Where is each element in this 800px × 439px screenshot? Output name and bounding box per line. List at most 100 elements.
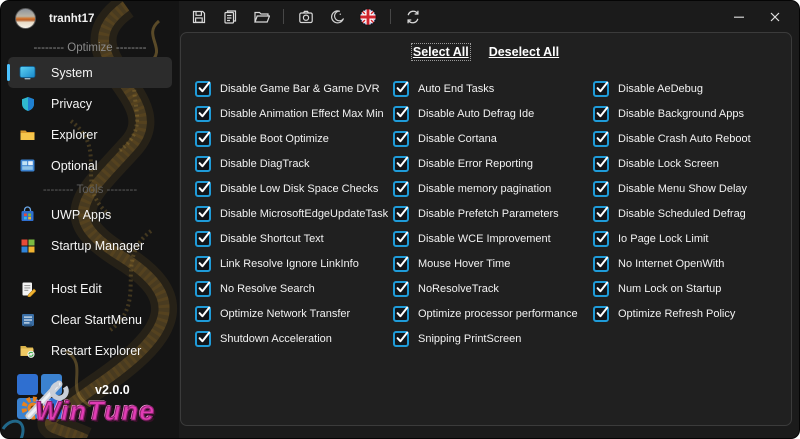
tweak-checkbox-item[interactable]: Link Resolve Ignore LinkInfo [195, 251, 393, 276]
sidebar-item-uwp-apps[interactable]: UWP Apps [8, 199, 172, 230]
checkbox-checked-icon[interactable] [393, 130, 409, 147]
checkbox-checked-icon[interactable] [593, 130, 609, 147]
checkbox-checked-icon[interactable] [195, 280, 211, 297]
checkbox-checked-icon[interactable] [195, 205, 211, 222]
select-all-link[interactable]: Select All [410, 43, 471, 61]
sidebar-item-system[interactable]: System [7, 57, 172, 88]
sidebar-item-label: System [51, 65, 93, 80]
checkbox-checked-icon[interactable] [393, 280, 409, 297]
deselect-all-link[interactable]: Deselect All [489, 45, 559, 59]
window-controls [721, 4, 793, 29]
tweak-checkbox-item[interactable]: Disable Scheduled Defrag [593, 201, 751, 226]
sidebar-item-host-edit[interactable]: Host Edit [8, 273, 172, 304]
tweak-checkbox-item[interactable]: Disable WCE Improvement [393, 226, 593, 251]
checkbox-checked-icon[interactable] [393, 80, 409, 97]
tweak-checkbox-item[interactable]: Disable Low Disk Space Checks [195, 176, 393, 201]
checkbox-checked-icon[interactable] [195, 305, 211, 322]
checkbox-checked-icon[interactable] [195, 255, 211, 272]
checkbox-checked-icon[interactable] [593, 80, 609, 97]
save-button[interactable] [187, 6, 211, 28]
app-branding: v2.0.0 WinTune [9, 370, 177, 436]
tweak-checkbox-item[interactable]: Shutdown Acceleration [195, 326, 393, 351]
theme-button[interactable] [325, 6, 349, 28]
minimize-button[interactable] [721, 4, 757, 29]
tweak-checkbox-item[interactable]: Mouse Hover Time [393, 251, 593, 276]
tweak-checkbox-item[interactable]: NoResolveTrack [393, 276, 593, 301]
checkbox-checked-icon[interactable] [195, 230, 211, 247]
tweak-checkbox-item[interactable]: Disable Background Apps [593, 101, 751, 126]
tweak-label: Io Page Lock Limit [618, 232, 709, 245]
tweak-checkbox-item[interactable]: Disable Error Reporting [393, 151, 593, 176]
tweak-checkbox-item[interactable]: Disable MicrosoftEdgeUpdateTask [195, 201, 393, 226]
tweak-checkbox-item[interactable]: Io Page Lock Limit [593, 226, 751, 251]
checkbox-checked-icon[interactable] [593, 230, 609, 247]
checkbox-checked-icon[interactable] [195, 155, 211, 172]
close-button[interactable] [757, 4, 793, 29]
sidebar-item-explorer[interactable]: Explorer [8, 119, 172, 150]
tweak-checkbox-item[interactable]: No Internet OpenWith [593, 251, 751, 276]
tweak-checkbox-item[interactable]: Disable Menu Show Delay [593, 176, 751, 201]
checkbox-checked-icon[interactable] [593, 280, 609, 297]
tweak-checkbox-item[interactable]: Disable Cortana [393, 126, 593, 151]
checkbox-checked-icon[interactable] [393, 105, 409, 122]
checkbox-checked-icon[interactable] [195, 330, 211, 347]
checkbox-checked-icon[interactable] [393, 305, 409, 322]
tweak-checkbox-item[interactable]: Optimize processor performance [393, 301, 593, 326]
checkbox-checked-icon[interactable] [393, 330, 409, 347]
tweak-checkbox-item[interactable]: Disable Lock Screen [593, 151, 751, 176]
tweak-checkbox-item[interactable]: Optimize Network Transfer [195, 301, 393, 326]
tweak-checkbox-item[interactable]: Disable AeDebug [593, 76, 751, 101]
folder-icon [18, 125, 37, 144]
copy-button[interactable] [218, 6, 242, 28]
main-panel: Select All Deselect All Disable Game Bar… [180, 32, 792, 426]
sidebar-item-startup-manager[interactable]: Startup Manager [8, 230, 172, 261]
tweak-label: Disable AeDebug [618, 82, 704, 95]
sidebar-item-restart-explorer[interactable]: Restart Explorer [8, 335, 172, 366]
open-folder-button[interactable] [249, 6, 273, 28]
tweak-checkbox-item[interactable]: Auto End Tasks [393, 76, 593, 101]
checkbox-checked-icon[interactable] [393, 255, 409, 272]
language-button[interactable] [356, 6, 380, 28]
checkbox-checked-icon[interactable] [593, 155, 609, 172]
tweak-checkbox-item[interactable]: Snipping PrintScreen [393, 326, 593, 351]
tweak-checkbox-item[interactable]: Disable Shortcut Text [195, 226, 393, 251]
checkbox-checked-icon[interactable] [393, 230, 409, 247]
sidebar-item-clear-startmenu[interactable]: Clear StartMenu [8, 304, 172, 335]
checkbox-checked-icon[interactable] [593, 255, 609, 272]
tweak-checkbox-item[interactable]: Disable DiagTrack [195, 151, 393, 176]
checkbox-checked-icon[interactable] [593, 105, 609, 122]
screenshot-button[interactable] [294, 6, 318, 28]
refresh-button[interactable] [401, 6, 425, 28]
checkbox-checked-icon[interactable] [195, 130, 211, 147]
tweak-checkbox-item[interactable]: Disable Crash Auto Reboot [593, 126, 751, 151]
user-profile[interactable]: tranht17 [15, 8, 94, 29]
tweak-checkbox-item[interactable]: Disable Auto Defrag Ide [393, 101, 593, 126]
username: tranht17 [49, 12, 95, 25]
tweak-label: Optimize processor performance [418, 307, 578, 320]
sidebar-item-privacy[interactable]: Privacy [8, 88, 172, 119]
checkbox-checked-icon[interactable] [195, 180, 211, 197]
tweak-checkbox-item[interactable]: Disable memory pagination [393, 176, 593, 201]
tweak-label: Auto End Tasks [418, 82, 495, 95]
checkbox-checked-icon[interactable] [593, 205, 609, 222]
checkbox-checked-icon[interactable] [195, 105, 211, 122]
checkbox-checked-icon[interactable] [593, 180, 609, 197]
tweak-checkbox-item[interactable]: Optimize Refresh Policy [593, 301, 751, 326]
checkbox-checked-icon[interactable] [593, 305, 609, 322]
tweak-checkbox-item[interactable]: Num Lock on Startup [593, 276, 751, 301]
tweak-checkbox-item[interactable]: Disable Game Bar & Game DVR [195, 76, 393, 101]
tweak-label: Link Resolve Ignore LinkInfo [220, 257, 359, 270]
tweak-checkbox-item[interactable]: Disable Animation Effect Max Min [195, 101, 393, 126]
tweaks-column: Disable Game Bar & Game DVR Disable Anima… [195, 76, 393, 351]
sidebar-item-optional[interactable]: Optional [8, 150, 172, 181]
checkbox-checked-icon[interactable] [393, 180, 409, 197]
tweak-checkbox-item[interactable]: No Resolve Search [195, 276, 393, 301]
tweak-checkbox-item[interactable]: Disable Prefetch Parameters [393, 201, 593, 226]
checkbox-checked-icon[interactable] [393, 155, 409, 172]
tweaks-column: Auto End Tasks Disable Auto Defrag Ide Dis… [393, 76, 593, 351]
tweak-label: Disable DiagTrack [220, 157, 310, 170]
tweak-label: Disable MicrosoftEdgeUpdateTask [220, 207, 389, 220]
checkbox-checked-icon[interactable] [393, 205, 409, 222]
checkbox-checked-icon[interactable] [195, 80, 211, 97]
tweak-checkbox-item[interactable]: Disable Boot Optimize [195, 126, 393, 151]
